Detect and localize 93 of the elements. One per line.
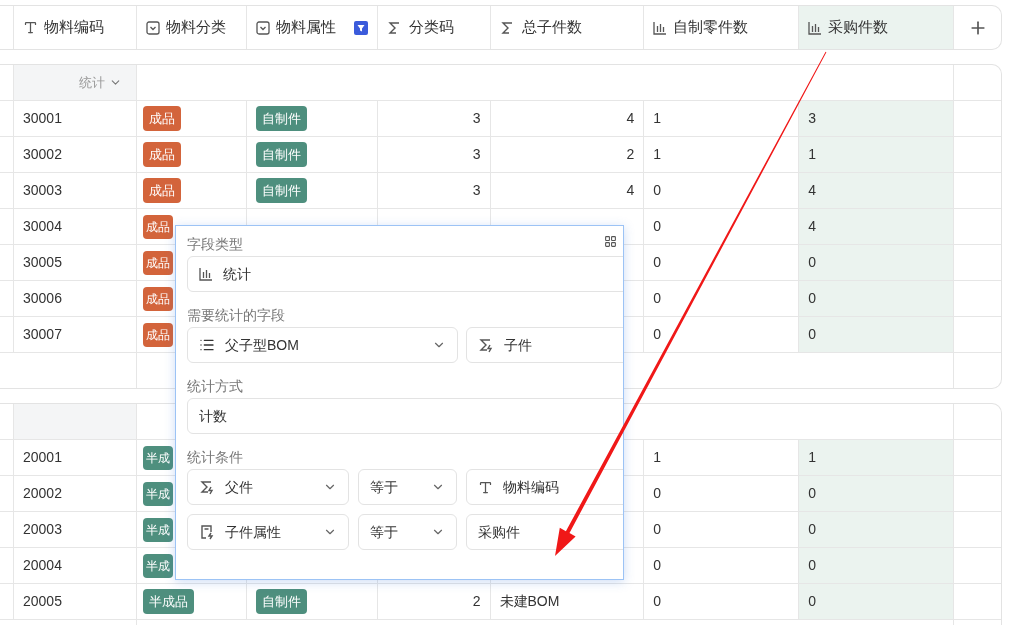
- table-cell-text: 3: [472, 181, 481, 200]
- table-cell-text: 30007: [23, 325, 62, 344]
- table-cell-text: 0: [808, 325, 816, 344]
- table-cell-text: 0: [808, 253, 816, 272]
- table-cell-text: 1: [808, 145, 816, 164]
- table-cell-text: 3: [808, 109, 816, 128]
- table-cell-text: 30002: [23, 145, 62, 164]
- table-cell-text: 4: [626, 181, 635, 200]
- table-cell-text: 1: [808, 448, 816, 467]
- table-cell-text: 4: [626, 109, 635, 128]
- tag: 半成: [142, 553, 173, 578]
- table-cell-text: 0: [653, 592, 662, 611]
- table-cell-text: 0: [808, 289, 816, 308]
- bar-chart-icon: [808, 20, 823, 35]
- sigma-bolt-icon: [478, 337, 494, 353]
- tag: 成品: [142, 250, 173, 275]
- input-field[interactable]: 物料编码: [466, 469, 623, 505]
- table-cell-text: 1: [653, 145, 662, 164]
- section-label: 统计条件: [187, 448, 243, 467]
- table-cell-text: 0: [808, 484, 816, 503]
- table-cell-text: 2: [626, 145, 635, 164]
- dropdown-select[interactable]: 子件属性: [187, 514, 349, 550]
- column-header[interactable]: 分类码: [377, 6, 491, 49]
- table-cell-text: 0: [653, 181, 662, 200]
- table-cell-text: 20005: [23, 592, 62, 611]
- tag: 半成: [142, 517, 173, 542]
- input-field[interactable]: 子件: [466, 327, 623, 363]
- tag: 成品: [142, 214, 173, 239]
- table-cell-text: 3: [472, 145, 481, 164]
- dropdown-square-icon: [145, 20, 160, 35]
- text-type-icon: [23, 20, 38, 35]
- filter-icon[interactable]: [353, 20, 368, 35]
- table-cell-text: 4: [808, 217, 816, 236]
- dropdown-select[interactable]: 等于: [358, 469, 457, 505]
- input-field[interactable]: 统计: [187, 256, 623, 292]
- table-cell-text: 20002: [23, 484, 62, 503]
- tag: 成品: [142, 105, 181, 132]
- list-icon: [199, 337, 215, 353]
- bar-chart-icon: [199, 267, 213, 281]
- tag: 成品: [142, 177, 181, 204]
- tag: 成品: [142, 322, 173, 347]
- table-cell-text: 3: [472, 109, 481, 128]
- tag: 成品: [142, 141, 181, 168]
- table-cell-text: 4: [808, 181, 816, 200]
- tag: 成品: [142, 286, 173, 311]
- input-field[interactable]: 计数: [187, 398, 623, 434]
- table-cell-text: 0: [808, 556, 816, 575]
- tag: 自制件: [255, 141, 307, 168]
- table-cell-text: 30001: [23, 109, 62, 128]
- table-cell-text: 0: [653, 325, 662, 344]
- table-cell-text: 30006: [23, 289, 62, 308]
- tag: 自制件: [255, 588, 307, 615]
- document-bolt-icon: [199, 524, 215, 540]
- table-cell-text: 20003: [23, 520, 62, 539]
- table-cell-text: 30004: [23, 217, 62, 236]
- table-cell-text: 0: [653, 556, 662, 575]
- table-cell-text: 1: [653, 448, 662, 467]
- table-cell-text: 2: [472, 592, 481, 611]
- dropdown-square-icon: [255, 20, 270, 35]
- table-cell-text: 0: [653, 520, 662, 539]
- table-cell-text: 1: [653, 109, 662, 128]
- table-cell-text: 未建BOM: [499, 592, 560, 611]
- column-header[interactable]: 总子件数: [490, 6, 645, 49]
- table-cell-text: 0: [653, 217, 662, 236]
- dropdown-select[interactable]: 父子型BOM: [187, 327, 458, 363]
- text-type-icon: [478, 479, 493, 495]
- dropdown-select[interactable]: 等于: [358, 514, 457, 550]
- input-field[interactable]: 采购件: [466, 514, 623, 550]
- table-cell-text: 30003: [23, 181, 62, 200]
- sigma-bolt-icon: [199, 479, 215, 495]
- tag: 半成品: [142, 588, 194, 615]
- tag: 自制件: [255, 105, 307, 132]
- section-label: 字段类型: [187, 235, 243, 254]
- table-cell-text: 20004: [23, 556, 62, 575]
- tag: 半成: [142, 481, 173, 506]
- bar-chart-icon: [653, 20, 668, 35]
- table-cell-text: 0: [653, 484, 662, 503]
- table-cell-text: 20001: [23, 448, 62, 467]
- table-cell-text: 0: [808, 520, 816, 539]
- tag: 自制件: [255, 177, 307, 204]
- table-cell-text: 0: [808, 592, 816, 611]
- table-cell-text: 0: [653, 289, 662, 308]
- table-cell-text: 0: [653, 253, 662, 272]
- column-header[interactable]: 采购件数: [799, 6, 955, 49]
- column-header[interactable]: 物料分类: [136, 6, 247, 49]
- table-cell-text: 30005: [23, 253, 62, 272]
- section-label: 统计方式: [187, 377, 243, 396]
- section-label: 需要统计的字段: [187, 306, 285, 325]
- column-header[interactable]: 物料编码: [14, 6, 137, 49]
- tag: 半成: [142, 445, 173, 470]
- dropdown-select[interactable]: 父件: [187, 469, 349, 505]
- grid-icon[interactable]: [604, 235, 617, 248]
- column-header[interactable]: 物料属性: [246, 6, 378, 49]
